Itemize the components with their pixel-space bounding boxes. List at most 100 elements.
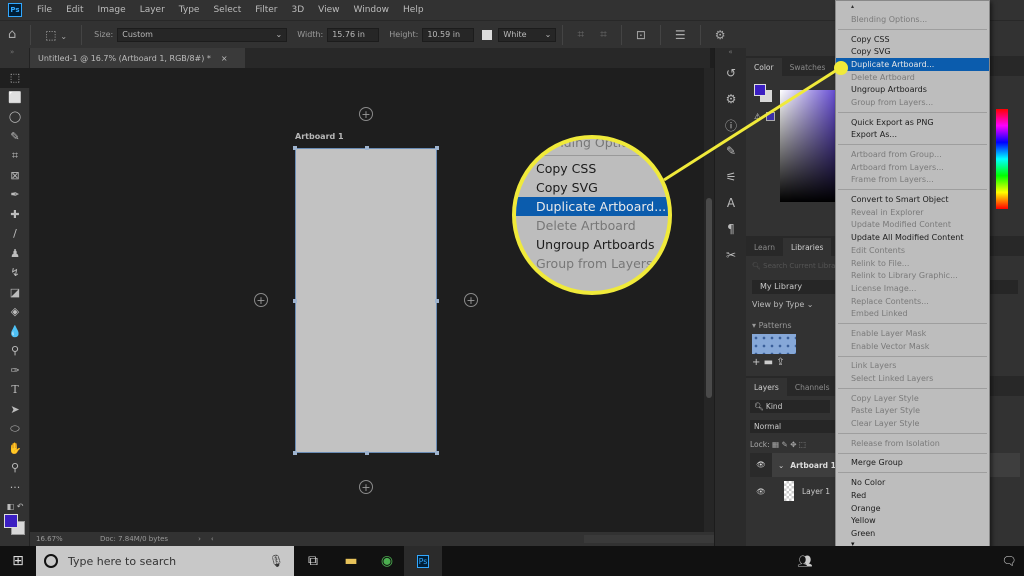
resize-handle[interactable] xyxy=(435,146,439,150)
info-icon[interactable]: ⓘ xyxy=(715,112,747,138)
pen-tool[interactable]: ✑ xyxy=(0,361,30,381)
tools-preset-icon[interactable]: ✂ xyxy=(715,242,747,268)
menu-item-duplicate-artboard[interactable]: Duplicate Artboard... xyxy=(836,58,989,71)
lock-position-icon[interactable]: ✥ xyxy=(790,440,796,449)
folder-icon[interactable]: ▬ xyxy=(764,357,773,368)
history-brush-tool[interactable]: ↯ xyxy=(0,263,30,283)
menu-item-convert-to-smart-object[interactable]: Convert to Smart Object xyxy=(836,193,989,206)
artboard-tool[interactable]: ⬚ xyxy=(0,68,30,88)
path-select-tool[interactable]: ➤ xyxy=(0,400,30,420)
quick-select-tool[interactable]: ✎ xyxy=(0,127,30,147)
menu-item-copy-css[interactable]: Copy CSS xyxy=(836,33,989,46)
add-artboard-top-icon[interactable]: + xyxy=(359,107,373,121)
chevron-down-icon[interactable]: ⌄ xyxy=(778,461,784,470)
paint-bucket-tool[interactable]: ◈ xyxy=(0,302,30,322)
menu-item-orange[interactable]: Orange xyxy=(836,502,989,515)
portrait-orientation-icon[interactable]: ⌗ xyxy=(577,27,584,42)
chevron-right-icon[interactable]: › xyxy=(198,535,201,543)
eyedropper-tool[interactable]: ✒ xyxy=(0,185,30,205)
color-fg-swatch[interactable] xyxy=(754,84,766,96)
eye-icon[interactable]: 👁︎ xyxy=(750,487,772,496)
resize-handle[interactable] xyxy=(293,451,297,455)
task-view-icon[interactable]: ⧉ xyxy=(294,546,332,576)
photoshop-taskbar-icon[interactable]: Ps xyxy=(404,546,442,576)
gear-icon[interactable]: ⚙ xyxy=(715,28,726,42)
add-artboard-right-icon[interactable]: + xyxy=(464,293,478,307)
lock-transparency-icon[interactable]: ▦ xyxy=(772,440,779,449)
menu-item-red[interactable]: Red xyxy=(836,489,989,502)
type-tool[interactable]: T xyxy=(0,380,30,400)
hue-slider[interactable] xyxy=(996,109,1008,209)
menu-item-copy-svg[interactable]: Copy SVG xyxy=(836,45,989,58)
lock-pixels-icon[interactable]: ✎ xyxy=(782,440,788,449)
add-artboard-icon[interactable]: ⊡ xyxy=(636,28,646,42)
collapse-icon[interactable]: « xyxy=(715,48,746,60)
width-input[interactable]: 15.76 in xyxy=(327,27,380,42)
eraser-tool[interactable]: ◪ xyxy=(0,283,30,303)
add-artboard-bottom-icon[interactable]: + xyxy=(359,480,373,494)
lasso-tool[interactable]: ◯ xyxy=(0,107,30,127)
chevron-left-icon[interactable]: ‹ xyxy=(211,535,214,543)
document-tab[interactable]: Untitled-1 @ 16.7% (Artboard 1, RGB/8#) … xyxy=(30,48,245,68)
menu-help[interactable]: Help xyxy=(396,5,431,15)
menu-item-merge-group[interactable]: Merge Group xyxy=(836,457,989,470)
crop-tool[interactable]: ⌗ xyxy=(0,146,30,166)
upload-icon[interactable]: ⇪ xyxy=(776,357,784,368)
frame-tool[interactable]: ⊠ xyxy=(0,166,30,186)
properties-icon[interactable]: ⚙ xyxy=(715,86,747,112)
stamp-tool[interactable]: ♟ xyxy=(0,244,30,264)
eye-icon[interactable]: 👁︎ xyxy=(750,453,772,477)
menu-3d[interactable]: 3D xyxy=(285,5,312,15)
menu-view[interactable]: View xyxy=(311,5,346,15)
action-center-icon[interactable]: 🗨︎ xyxy=(990,546,1024,576)
menu-window[interactable]: Window xyxy=(347,5,397,15)
healing-tool[interactable]: ✚ xyxy=(0,205,30,225)
artboard[interactable] xyxy=(293,146,439,455)
lock-artboard-icon[interactable]: ⬚ xyxy=(799,440,806,449)
home-icon[interactable]: ⌂ xyxy=(8,27,16,42)
taskbar-search[interactable]: Type here to search 🎙︎ xyxy=(36,546,294,576)
scrollbar-thumb[interactable] xyxy=(706,198,712,398)
kind-filter[interactable]: 🔍︎ Kind xyxy=(750,400,830,413)
zoom-tool[interactable]: ⚲ xyxy=(0,458,30,478)
dodge-tool[interactable]: ⚲ xyxy=(0,341,30,361)
collapse-icon[interactable]: » xyxy=(0,48,29,68)
paragraph-icon[interactable]: ¶ xyxy=(715,216,747,242)
foreground-color-swatch[interactable] xyxy=(4,514,18,528)
artboard-tool-icon[interactable]: ⬚ ⌄ xyxy=(45,28,67,42)
resize-handle[interactable] xyxy=(293,146,297,150)
ellipse-tool[interactable]: ⬭ xyxy=(0,419,30,439)
menu-item-export-as[interactable]: Export As... xyxy=(836,129,989,142)
menu-select[interactable]: Select xyxy=(206,5,248,15)
align-icon[interactable]: ☰ xyxy=(675,28,686,42)
fill-select[interactable]: White ⌄ xyxy=(498,27,557,42)
tab-libraries[interactable]: Libraries xyxy=(782,238,832,256)
windows-start-icon[interactable]: ⊞ xyxy=(0,546,36,576)
height-input[interactable]: 10.59 in xyxy=(422,27,475,42)
scroll-up-icon[interactable]: ▴ xyxy=(836,3,989,13)
resize-handle[interactable] xyxy=(293,299,297,303)
tab-swatches[interactable]: Swatches xyxy=(782,58,834,76)
tab-color[interactable]: Color xyxy=(746,58,782,76)
menu-edit[interactable]: Edit xyxy=(59,5,90,15)
menu-file[interactable]: File xyxy=(30,5,59,15)
resize-handle[interactable] xyxy=(435,451,439,455)
tab-channels[interactable]: Channels xyxy=(787,378,838,396)
file-explorer-icon[interactable]: ▬ xyxy=(332,546,370,576)
gamut-swatch[interactable] xyxy=(766,112,775,121)
menu-item-green[interactable]: Green xyxy=(836,527,989,540)
pattern-thumbnail[interactable] xyxy=(752,334,796,354)
menu-type[interactable]: Type xyxy=(172,5,207,15)
brushes-icon[interactable]: ✎ xyxy=(715,138,747,164)
character-icon[interactable]: A xyxy=(715,190,747,216)
brush-tool[interactable]: / xyxy=(0,224,30,244)
close-icon[interactable]: × xyxy=(221,54,228,63)
menu-item-quick-export-as-png[interactable]: Quick Export as PNG xyxy=(836,116,989,129)
resize-handle[interactable] xyxy=(435,299,439,303)
menu-filter[interactable]: Filter xyxy=(248,5,284,15)
fill-swatch[interactable] xyxy=(482,29,493,40)
artboard-label[interactable]: Artboard 1 xyxy=(295,132,344,141)
menu-item-no-color[interactable]: No Color xyxy=(836,476,989,489)
vertical-scrollbar[interactable] xyxy=(704,68,714,532)
adjustments-icon[interactable]: ⚟ xyxy=(715,164,747,190)
